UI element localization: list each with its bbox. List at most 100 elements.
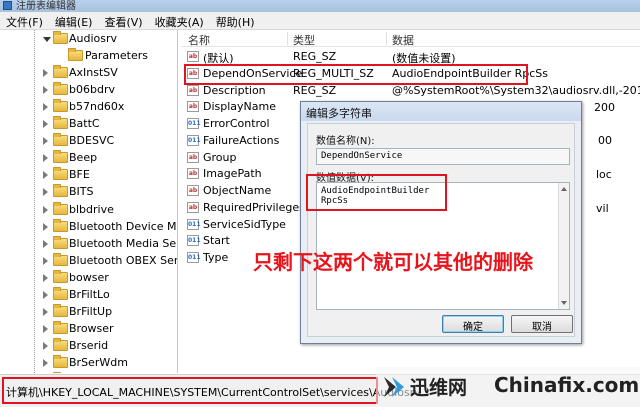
tree-item[interactable]: b57nd60x <box>0 99 177 115</box>
menu-help[interactable]: 帮助(H) <box>210 12 261 29</box>
column-separator[interactable] <box>287 32 288 45</box>
menu-file[interactable]: 文件(F) <box>0 12 49 29</box>
clipped-data: vil <box>596 202 609 215</box>
highlight-dependonservice <box>184 64 528 85</box>
folder-icon <box>53 116 68 130</box>
folder-icon <box>53 252 68 266</box>
value-name: Description <box>203 83 266 97</box>
expand-closed-icon[interactable] <box>43 273 48 282</box>
value-name-field[interactable]: DependOnService <box>316 148 570 165</box>
tree-item[interactable]: blbdrive <box>0 201 177 218</box>
tree-item[interactable]: Brserid <box>0 337 177 354</box>
value-name: ErrorControl <box>203 117 270 130</box>
value-name: Group <box>203 150 237 164</box>
tree-item[interactable]: BITS <box>0 184 177 200</box>
value-name: FailureActions <box>203 133 280 147</box>
tree-item-label: Parameters <box>85 49 148 63</box>
tree-item[interactable]: BrUsbMdm <box>0 372 177 373</box>
column-name[interactable]: 名称 <box>188 32 210 48</box>
binary-value-icon: 011 <box>187 218 201 230</box>
expand-closed-icon[interactable] <box>43 120 48 129</box>
clipped-data: 200 <box>594 101 615 114</box>
tree-item[interactable]: Audiosrv <box>0 31 177 47</box>
expand-closed-icon[interactable] <box>43 239 48 248</box>
expand-closed-icon[interactable] <box>43 358 48 367</box>
cancel-button[interactable]: 取消 <box>511 315 573 333</box>
scroll-up-icon[interactable] <box>561 187 567 191</box>
folder-icon <box>53 320 68 334</box>
column-separator[interactable] <box>386 32 387 45</box>
value-type: REG_SZ <box>293 83 337 97</box>
folder-icon <box>53 65 68 79</box>
highlight-status-path <box>2 377 378 404</box>
tree-item[interactable]: Parameters <box>0 48 177 64</box>
value-name-label: 数值名称(N): <box>316 136 375 147</box>
folder-icon <box>68 48 83 62</box>
expand-closed-icon[interactable] <box>43 341 48 350</box>
scroll-down-icon[interactable] <box>561 301 567 305</box>
expand-closed-icon[interactable] <box>43 205 48 214</box>
tree-item[interactable]: BrSerWdm <box>0 354 177 371</box>
value-row[interactable]: ab (默认) REG_SZ (数值未设置) <box>181 48 640 65</box>
tree-item[interactable]: bowser <box>0 269 177 286</box>
folder-icon <box>53 184 68 198</box>
expand-closed-icon[interactable] <box>43 222 48 231</box>
value-data: @%SystemRoot%\System32\audiosrv.dll,-201 <box>392 83 640 97</box>
folder-icon <box>53 167 68 181</box>
watermark-cn: 迅维网 <box>410 377 468 399</box>
tree-item[interactable]: Bluetooth OBEX Serv <box>0 252 177 269</box>
tree-item-label: BFE <box>69 168 90 182</box>
tree-item[interactable]: Browser <box>0 320 177 337</box>
tree-item[interactable]: b06bdrv <box>0 82 177 98</box>
textarea-scrollbar[interactable] <box>558 183 569 309</box>
binary-value-icon: 011 <box>187 235 201 247</box>
tree-item[interactable]: Beep <box>0 150 177 166</box>
value-name: Type <box>203 251 229 264</box>
expand-closed-icon[interactable] <box>43 86 48 95</box>
dialog-body: 数值名称(N): DependOnService 数值数据(V): AudioE… <box>307 123 575 337</box>
expand-closed-icon[interactable] <box>43 154 48 163</box>
tree-item[interactable]: BDESVC <box>0 133 177 149</box>
tree-item[interactable]: Bluetooth Device Ma <box>0 218 177 235</box>
tree-item[interactable]: AxInstSV <box>0 65 177 81</box>
string-value-icon: ab <box>187 151 199 163</box>
column-data[interactable]: 数据 <box>392 32 414 48</box>
tree-item[interactable]: Bluetooth Media Serv <box>0 235 178 252</box>
expand-closed-icon[interactable] <box>43 69 48 78</box>
column-header: 名称 类型 数据 <box>181 30 640 47</box>
expand-open-icon[interactable] <box>43 37 51 42</box>
tree-item-label: Browser <box>69 321 114 335</box>
expand-closed-icon[interactable] <box>43 137 48 146</box>
tree-item-label: Bluetooth Media Serv <box>69 236 178 250</box>
menu-favorites[interactable]: 收藏夹(A) <box>149 12 210 29</box>
expand-closed-icon[interactable] <box>43 324 48 333</box>
string-value-icon: ab <box>187 84 199 96</box>
string-value-icon: ab <box>187 201 199 213</box>
folder-icon <box>53 201 68 215</box>
tree-item[interactable]: BattC <box>0 116 177 132</box>
expand-closed-icon[interactable] <box>43 188 48 197</box>
menu-view[interactable]: 查看(V) <box>98 12 148 29</box>
column-type[interactable]: 类型 <box>293 32 315 48</box>
tree-item[interactable]: BrFiltLo <box>0 286 177 303</box>
tree-item-label: BrSerWdm <box>69 355 128 369</box>
expand-closed-icon[interactable] <box>43 103 48 112</box>
value-name: RequiredPrivileges <box>203 200 305 214</box>
registry-tree[interactable]: Audiosrv Parameters AxInstSV b06bdrv b57nd60… <box>0 30 178 373</box>
ok-button[interactable]: 确定 <box>442 315 504 333</box>
expand-closed-icon[interactable] <box>43 307 48 316</box>
tree-item-label: BrFiltUp <box>69 304 113 318</box>
tree-item-label: b06bdrv <box>69 83 115 97</box>
tree-item[interactable]: BrFiltUp <box>0 303 177 320</box>
expand-closed-icon[interactable] <box>43 290 48 299</box>
title-bar: 注册表编辑器 <box>0 0 640 12</box>
folder-icon <box>53 150 68 164</box>
expand-closed-icon[interactable] <box>43 171 48 180</box>
expand-closed-icon[interactable] <box>43 256 48 265</box>
folder-icon <box>53 269 68 283</box>
annotation-text: 只剩下这两个就可以其他的删除 <box>253 250 533 274</box>
regedit-icon <box>3 1 12 10</box>
tree-item[interactable]: BFE <box>0 167 177 183</box>
menu-edit[interactable]: 编辑(E) <box>49 12 99 29</box>
string-value-icon: ab <box>187 168 199 180</box>
